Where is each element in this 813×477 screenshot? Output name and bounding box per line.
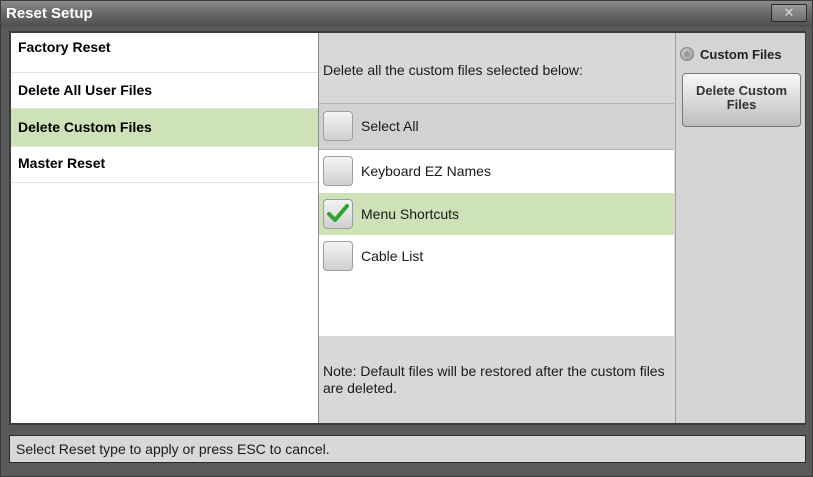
reset-type-factory-reset[interactable]: Factory Reset xyxy=(11,33,318,73)
reset-type-label: Factory Reset xyxy=(18,39,111,55)
close-icon: ✕ xyxy=(783,5,795,20)
file-row-keyboard-ez-names[interactable]: Keyboard EZ Names xyxy=(319,150,674,192)
status-bar: Select Reset type to apply or press ESC … xyxy=(9,435,806,463)
checkmark-icon xyxy=(327,204,349,222)
custom-files-list: Keyboard EZ Names Menu Shortcuts Cable L… xyxy=(319,150,674,336)
file-label: Cable List xyxy=(361,248,424,264)
file-row-menu-shortcuts[interactable]: Menu Shortcuts xyxy=(319,193,674,235)
file-checkbox[interactable] xyxy=(323,156,353,186)
file-row-cable-list[interactable]: Cable List xyxy=(319,235,674,277)
custom-files-radio-label: Custom Files xyxy=(700,47,782,62)
reset-type-label: Delete All User Files xyxy=(18,82,153,98)
status-text: Select Reset type to apply or press ESC … xyxy=(16,441,330,457)
title-bar: Reset Setup ✕ xyxy=(1,1,812,27)
reset-setup-dialog: Reset Setup ✕ Factory Reset Delete All U… xyxy=(0,0,813,477)
reset-type-label: Master Reset xyxy=(18,155,106,171)
reset-type-list: Factory Reset Delete All User Files Dele… xyxy=(11,33,319,423)
radio-indicator xyxy=(684,51,690,57)
select-all-checkbox[interactable] xyxy=(323,111,353,141)
close-button[interactable]: ✕ xyxy=(771,4,807,22)
select-all-row[interactable]: Select All xyxy=(319,103,674,150)
select-all-label: Select All xyxy=(361,118,419,134)
note-area: Note: Default files will be restored aft… xyxy=(319,336,674,423)
custom-files-radio[interactable] xyxy=(680,47,694,61)
reset-type-label: Delete Custom Files xyxy=(18,119,152,135)
reset-type-master-reset[interactable]: Master Reset xyxy=(11,147,318,183)
file-label: Menu Shortcuts xyxy=(361,206,460,222)
dialog-title: Reset Setup xyxy=(6,5,93,22)
reset-type-delete-all-user-files[interactable]: Delete All User Files xyxy=(11,73,318,109)
dialog-content: Factory Reset Delete All User Files Dele… xyxy=(9,31,806,425)
reset-type-delete-custom-files[interactable]: Delete Custom Files xyxy=(11,109,318,147)
instruction-text: Delete all the custom files selected bel… xyxy=(323,62,583,78)
file-checkbox[interactable] xyxy=(323,199,353,229)
instruction-area: Delete all the custom files selected bel… xyxy=(319,33,674,103)
file-label: Keyboard EZ Names xyxy=(361,163,491,179)
delete-custom-files-button[interactable]: Delete Custom Files xyxy=(682,73,801,127)
note-text: Note: Default files will be restored aft… xyxy=(323,363,665,396)
custom-files-panel: Delete all the custom files selected bel… xyxy=(319,33,674,423)
action-panel: Custom Files Delete Custom Files xyxy=(675,33,805,423)
file-checkbox[interactable] xyxy=(323,241,353,271)
